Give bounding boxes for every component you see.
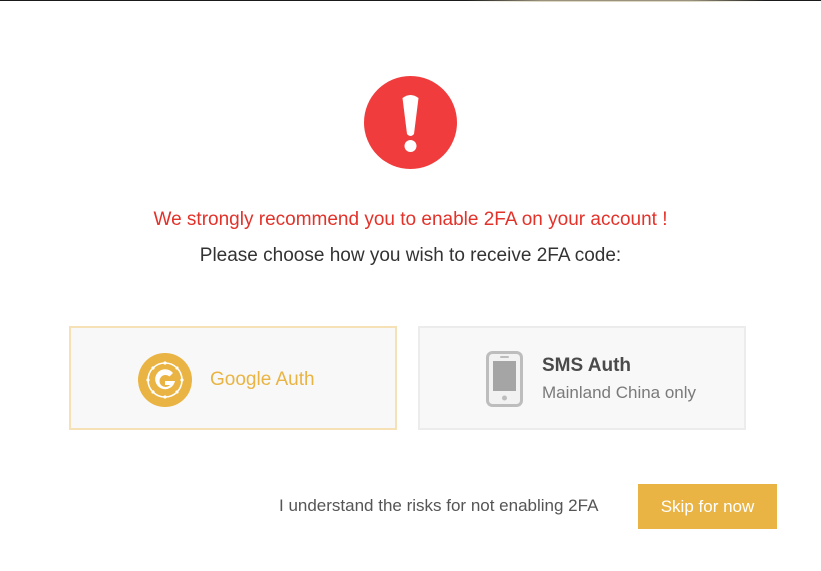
exclamation-circle-icon: [364, 76, 457, 169]
choose-method-text: Please choose how you wish to receive 2F…: [199, 245, 622, 266]
top-accent-strip: [466, 0, 766, 2]
google-authenticator-icon: [138, 353, 192, 407]
sms-auth-label: SMS Auth: [542, 355, 632, 376]
skip-for-now-button[interactable]: Skip for now: [638, 484, 777, 529]
smartphone-icon: [486, 351, 523, 407]
google-auth-option[interactable]: Google Auth: [69, 326, 397, 430]
sms-auth-sublabel: Mainland China only: [542, 383, 697, 402]
sms-auth-option[interactable]: SMS Auth Mainland China only: [418, 326, 746, 430]
risk-acknowledgement-text: I understand the risks for not enabling …: [279, 496, 599, 515]
google-auth-label: Google Auth: [210, 369, 315, 390]
recommend-2fa-heading: We strongly recommend you to enable 2FA …: [153, 209, 668, 230]
